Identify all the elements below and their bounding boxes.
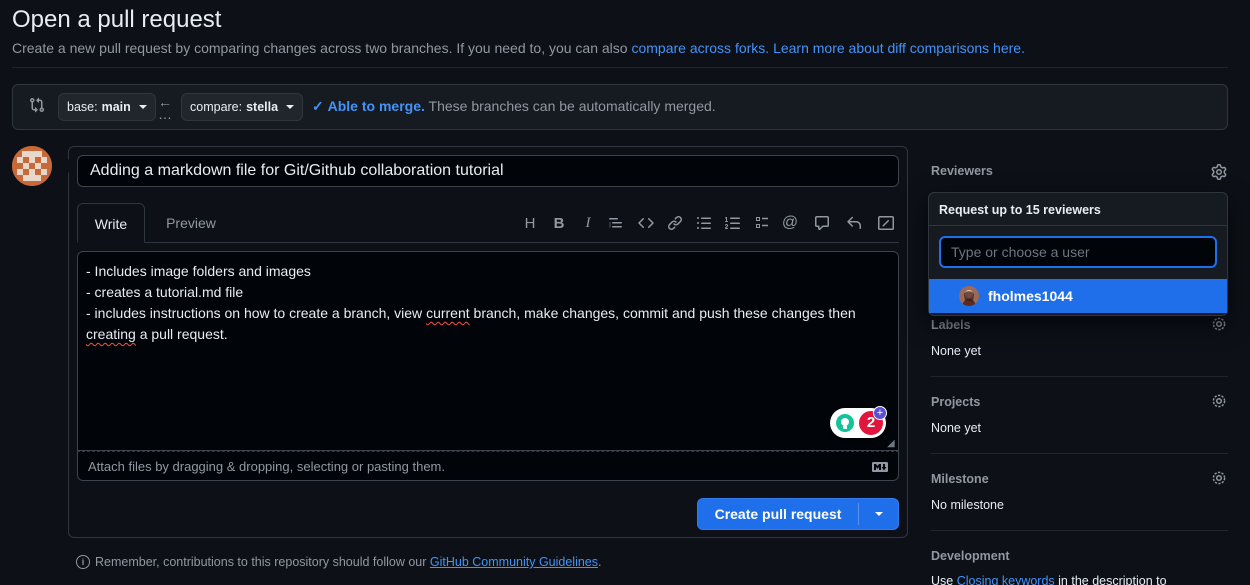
misspelled-word: current [426,305,470,321]
task-list-icon[interactable] [752,213,772,233]
bold-icon[interactable]: B [549,213,569,233]
fullscreen-edit-icon[interactable] [876,213,896,233]
community-guidelines-link[interactable]: GitHub Community Guidelines [430,555,598,569]
ordered-list-icon[interactable] [723,213,743,233]
cross-reference-icon[interactable] [812,213,832,233]
page-title: Open a pull request [12,6,222,33]
reviewer-search-input[interactable] [939,236,1217,268]
gear-icon[interactable] [1211,316,1227,332]
reviewer-suggestion[interactable]: fholmes1044 [929,279,1227,313]
remember-text: Remember, contributions to this reposito… [95,555,430,569]
projects-value: None yet [931,421,982,435]
closing-keywords-link[interactable]: Closing keywords [957,574,1055,585]
merge-status: ✓ Able to merge. These branches can be a… [312,98,716,115]
info-icon: i [76,555,90,569]
reviewer-username: fholmes1044 [988,288,1073,304]
compare-prefix: compare: [190,100,243,114]
heading-icon[interactable]: H [520,213,540,233]
grammar-assistant-widget[interactable]: 2 + [830,406,887,438]
reply-icon[interactable] [844,213,864,233]
pr-title-input[interactable] [77,155,899,187]
base-branch-name: main [101,100,131,114]
body-text: branch, make changes, commit and push th… [469,305,856,321]
milestone-heading[interactable]: Milestone [931,472,989,486]
gear-icon[interactable] [1211,470,1227,486]
chevron-down-icon [138,105,147,109]
create-options-dropdown[interactable] [860,499,898,529]
create-pull-request-label[interactable]: Create pull request [698,499,858,529]
compare-forks-link[interactable]: compare across forks. [631,40,769,56]
base-branch-select[interactable]: base: main [58,93,156,121]
labels-heading[interactable]: Labels [931,318,971,332]
chevron-down-icon [286,105,295,109]
learn-more-link[interactable]: Learn more about diff comparisons here. [773,40,1025,56]
pr-body-textarea[interactable]: - Includes image folders and images - cr… [77,251,899,451]
tab-write[interactable]: Write [77,203,145,243]
merge-status-label: Able to merge. [327,98,425,114]
chevron-down-icon [875,512,883,516]
development-heading: Development [931,549,1010,563]
attach-files-area[interactable]: Attach files by dragging & dropping, sel… [77,451,899,481]
link-icon[interactable] [665,213,685,233]
resize-handle-icon[interactable]: ◢ [887,439,897,449]
misspelled-word: creating [86,326,136,342]
base-prefix: base: [67,100,98,114]
italic-icon[interactable]: I [578,213,598,233]
create-pull-request-button[interactable]: Create pull request [697,498,899,530]
reviewers-heading[interactable]: Reviewers [931,164,993,178]
body-text: a pull request. [135,326,228,342]
git-compare-icon [29,97,47,115]
header-divider [12,67,1228,68]
markdown-icon [872,452,888,485]
quote-icon[interactable] [607,213,627,233]
sidebar-divider [931,453,1228,454]
plus-icon: + [873,406,887,420]
mention-icon[interactable]: @ [780,213,800,233]
compare-branch-select[interactable]: compare: stella [181,93,304,121]
attach-hint: Attach files by dragging & dropping, sel… [88,459,445,474]
compare-branch-name: stella [246,100,279,114]
reviewers-popup: Request up to 15 reviewers fholmes1044 [928,192,1228,316]
merge-status-message: These branches can be automatically merg… [428,98,716,114]
remember-period: . [598,555,602,569]
labels-value: None yet [931,344,982,358]
code-icon[interactable] [636,213,656,233]
popup-divider [929,225,1227,226]
body-line: - Includes image folders and images [86,263,311,279]
lightbulb-icon [836,414,854,432]
sidebar-divider [931,530,1228,531]
avatar [12,146,52,186]
avatar [959,286,979,306]
guidelines-note: i Remember, contributions to this reposi… [76,555,602,569]
body-line: - creates a tutorial.md file [86,284,244,300]
unordered-list-icon[interactable] [694,213,714,233]
body-text: - includes instructions on how to create… [86,305,427,321]
gear-icon[interactable] [1211,393,1227,409]
development-suffix: in the description to [1054,574,1167,585]
development-value: Use Closing keywords in the description … [931,574,1167,585]
development-prefix: Use [931,574,957,585]
tab-preview[interactable]: Preview [150,203,232,243]
body-line: creating a pull request. [86,324,890,345]
body-line: - includes instructions on how to create… [86,303,890,324]
milestone-value: No milestone [931,498,1004,512]
gear-icon[interactable] [1211,164,1227,180]
sidebar-divider [931,376,1228,377]
button-divider [858,503,859,525]
popup-heading: Request up to 15 reviewers [939,203,1101,217]
subtitle-text: Create a new pull request by comparing c… [12,40,632,56]
arrow-left-icon: ←… [158,94,172,122]
check-icon: ✓ [312,98,324,114]
projects-heading[interactable]: Projects [931,395,980,409]
page-subtitle: Create a new pull request by comparing c… [12,40,1025,56]
